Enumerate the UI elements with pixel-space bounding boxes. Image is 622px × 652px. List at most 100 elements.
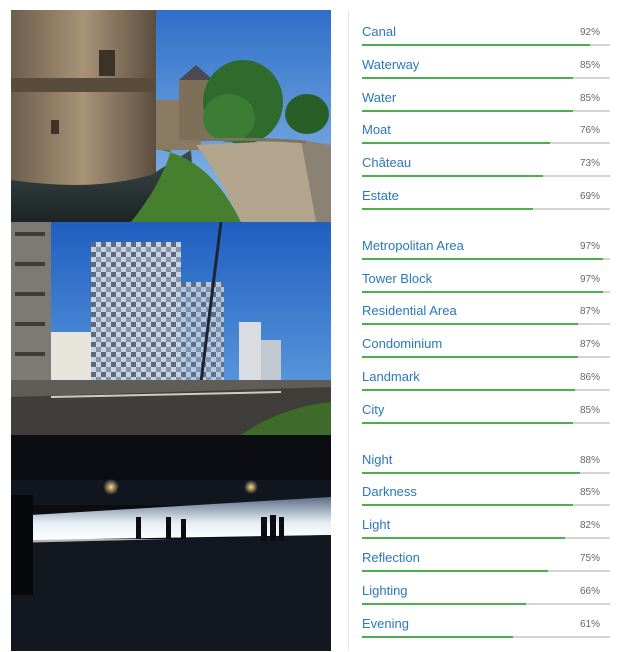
confidence-bar-fill (362, 142, 551, 145)
tag-item[interactable]: Darkness 85% (362, 482, 610, 515)
confidence-bar-track (362, 421, 610, 424)
tag-label[interactable]: Lighting (362, 583, 408, 598)
tag-confidence: 97% (579, 240, 600, 252)
tag-label[interactable]: Metropolitan Area (362, 238, 464, 253)
confidence-bar-track (362, 175, 610, 178)
tag-confidence: 85% (579, 59, 600, 71)
confidence-bar-fill (362, 635, 514, 638)
photo-tower-block-image (11, 222, 331, 435)
tag-label[interactable]: Landmark (362, 369, 420, 384)
confidence-bar-fill (362, 44, 591, 46)
tag-confidence: 97% (579, 273, 600, 285)
confidence-bar-fill (362, 76, 573, 79)
confidence-bar-track (362, 471, 610, 474)
tag-item[interactable]: Tower Block 97% (362, 269, 610, 302)
confidence-bar-track (362, 504, 610, 507)
photo-castle-moat (11, 10, 331, 222)
tag-confidence: 73% (579, 158, 600, 170)
tag-label[interactable]: Estate (362, 188, 399, 203)
confidence-bar-fill (362, 109, 573, 112)
tag-confidence: 87% (579, 306, 600, 318)
confidence-bar-fill (362, 471, 581, 474)
confidence-bar-track (362, 109, 610, 112)
tag-item[interactable]: Water 85% (362, 88, 610, 121)
tag-list: Canal 92% Waterway 85% Water 85% Moat 76% Châtea… (362, 22, 610, 646)
confidence-bar-track (362, 388, 610, 391)
confidence-bar-fill (362, 421, 573, 424)
tag-confidence: 76% (579, 125, 600, 137)
confidence-bar-track (362, 635, 610, 638)
confidence-bar-track (362, 257, 610, 260)
tag-item[interactable]: Château 73% (362, 153, 610, 186)
tag-confidence: 92% (579, 27, 600, 38)
tag-label[interactable]: City (362, 402, 384, 417)
tag-confidence: 75% (579, 552, 600, 564)
confidence-bar-track (362, 207, 610, 210)
tag-item[interactable]: Light 82% (362, 515, 610, 548)
confidence-bar-track (362, 76, 610, 79)
confidence-bar-track (362, 569, 610, 572)
tag-label[interactable]: Residential Area (362, 303, 457, 318)
tag-confidence: 85% (579, 404, 600, 416)
tag-label[interactable]: Reflection (362, 550, 420, 565)
tag-label[interactable]: Château (362, 155, 411, 170)
confidence-bar-track (362, 537, 610, 540)
confidence-bar-track (362, 323, 610, 326)
tag-group-2: Metropolitan Area 97% Tower Block 97% Reside… (362, 236, 610, 433)
tag-confidence: 66% (579, 585, 600, 597)
tag-label[interactable]: Darkness (362, 484, 417, 499)
tag-group-3: Night 88% Darkness 85% Light 82% Reflection 75%… (362, 450, 610, 647)
tag-label[interactable]: Canal (362, 24, 396, 39)
photo-castle-moat-image (11, 10, 331, 222)
confidence-bar-track (362, 290, 610, 293)
confidence-bar-fill (362, 356, 578, 359)
tag-item[interactable]: Evening 61% (362, 614, 610, 647)
confidence-bar-fill (362, 569, 548, 572)
confidence-bar-fill (362, 290, 603, 293)
confidence-bar-fill (362, 207, 534, 210)
confidence-bar-fill (362, 537, 566, 540)
tag-confidence: 87% (579, 339, 600, 351)
tag-item[interactable]: Moat 76% (362, 120, 610, 153)
tag-item[interactable]: Landmark 86% (362, 367, 610, 400)
confidence-bar-track (362, 602, 610, 605)
tag-label[interactable]: Night (362, 452, 392, 467)
tag-label[interactable]: Evening (362, 616, 409, 631)
tag-confidence: 69% (579, 190, 600, 202)
confidence-bar-fill (362, 323, 578, 326)
tag-item[interactable]: Canal 92% (362, 22, 610, 55)
tag-label[interactable]: Condominium (362, 336, 442, 351)
confidence-bar-fill (362, 504, 573, 507)
photo-tower-block (11, 222, 331, 435)
tag-item[interactable]: Residential Area 87% (362, 301, 610, 334)
photo-night-lights (11, 435, 331, 651)
tag-confidence: 85% (579, 487, 600, 499)
tag-item[interactable]: Metropolitan Area 97% (362, 236, 610, 269)
tag-item[interactable]: City 85% (362, 400, 610, 433)
confidence-bar-track (362, 356, 610, 359)
photo-column (11, 10, 331, 651)
photo-night-lights-image (11, 435, 331, 651)
confidence-bar-fill (362, 602, 526, 605)
tag-confidence: 86% (579, 371, 600, 383)
confidence-bar-fill (362, 257, 603, 260)
confidence-bar-fill (362, 388, 576, 391)
confidence-bar-fill (362, 175, 544, 178)
tag-group-1: Canal 92% Waterway 85% Water 85% Moat 76% Châtea… (362, 22, 610, 219)
tag-item[interactable]: Condominium 87% (362, 334, 610, 367)
tag-item[interactable]: Reflection 75% (362, 548, 610, 581)
tag-item[interactable]: Waterway 85% (362, 55, 610, 88)
tag-label[interactable]: Tower Block (362, 271, 432, 286)
tag-item[interactable]: Night 88% (362, 450, 610, 483)
confidence-bar-track (362, 44, 610, 46)
tag-item[interactable]: Lighting 66% (362, 581, 610, 614)
tag-item[interactable]: Estate 69% (362, 186, 610, 219)
tag-confidence: 85% (579, 92, 600, 104)
tag-label[interactable]: Light (362, 517, 390, 532)
tag-label[interactable]: Moat (362, 122, 391, 137)
tag-confidence: 88% (579, 454, 600, 466)
column-divider (348, 10, 349, 650)
tag-label[interactable]: Water (362, 90, 396, 105)
tag-confidence: 61% (579, 618, 600, 630)
tag-label[interactable]: Waterway (362, 57, 419, 72)
